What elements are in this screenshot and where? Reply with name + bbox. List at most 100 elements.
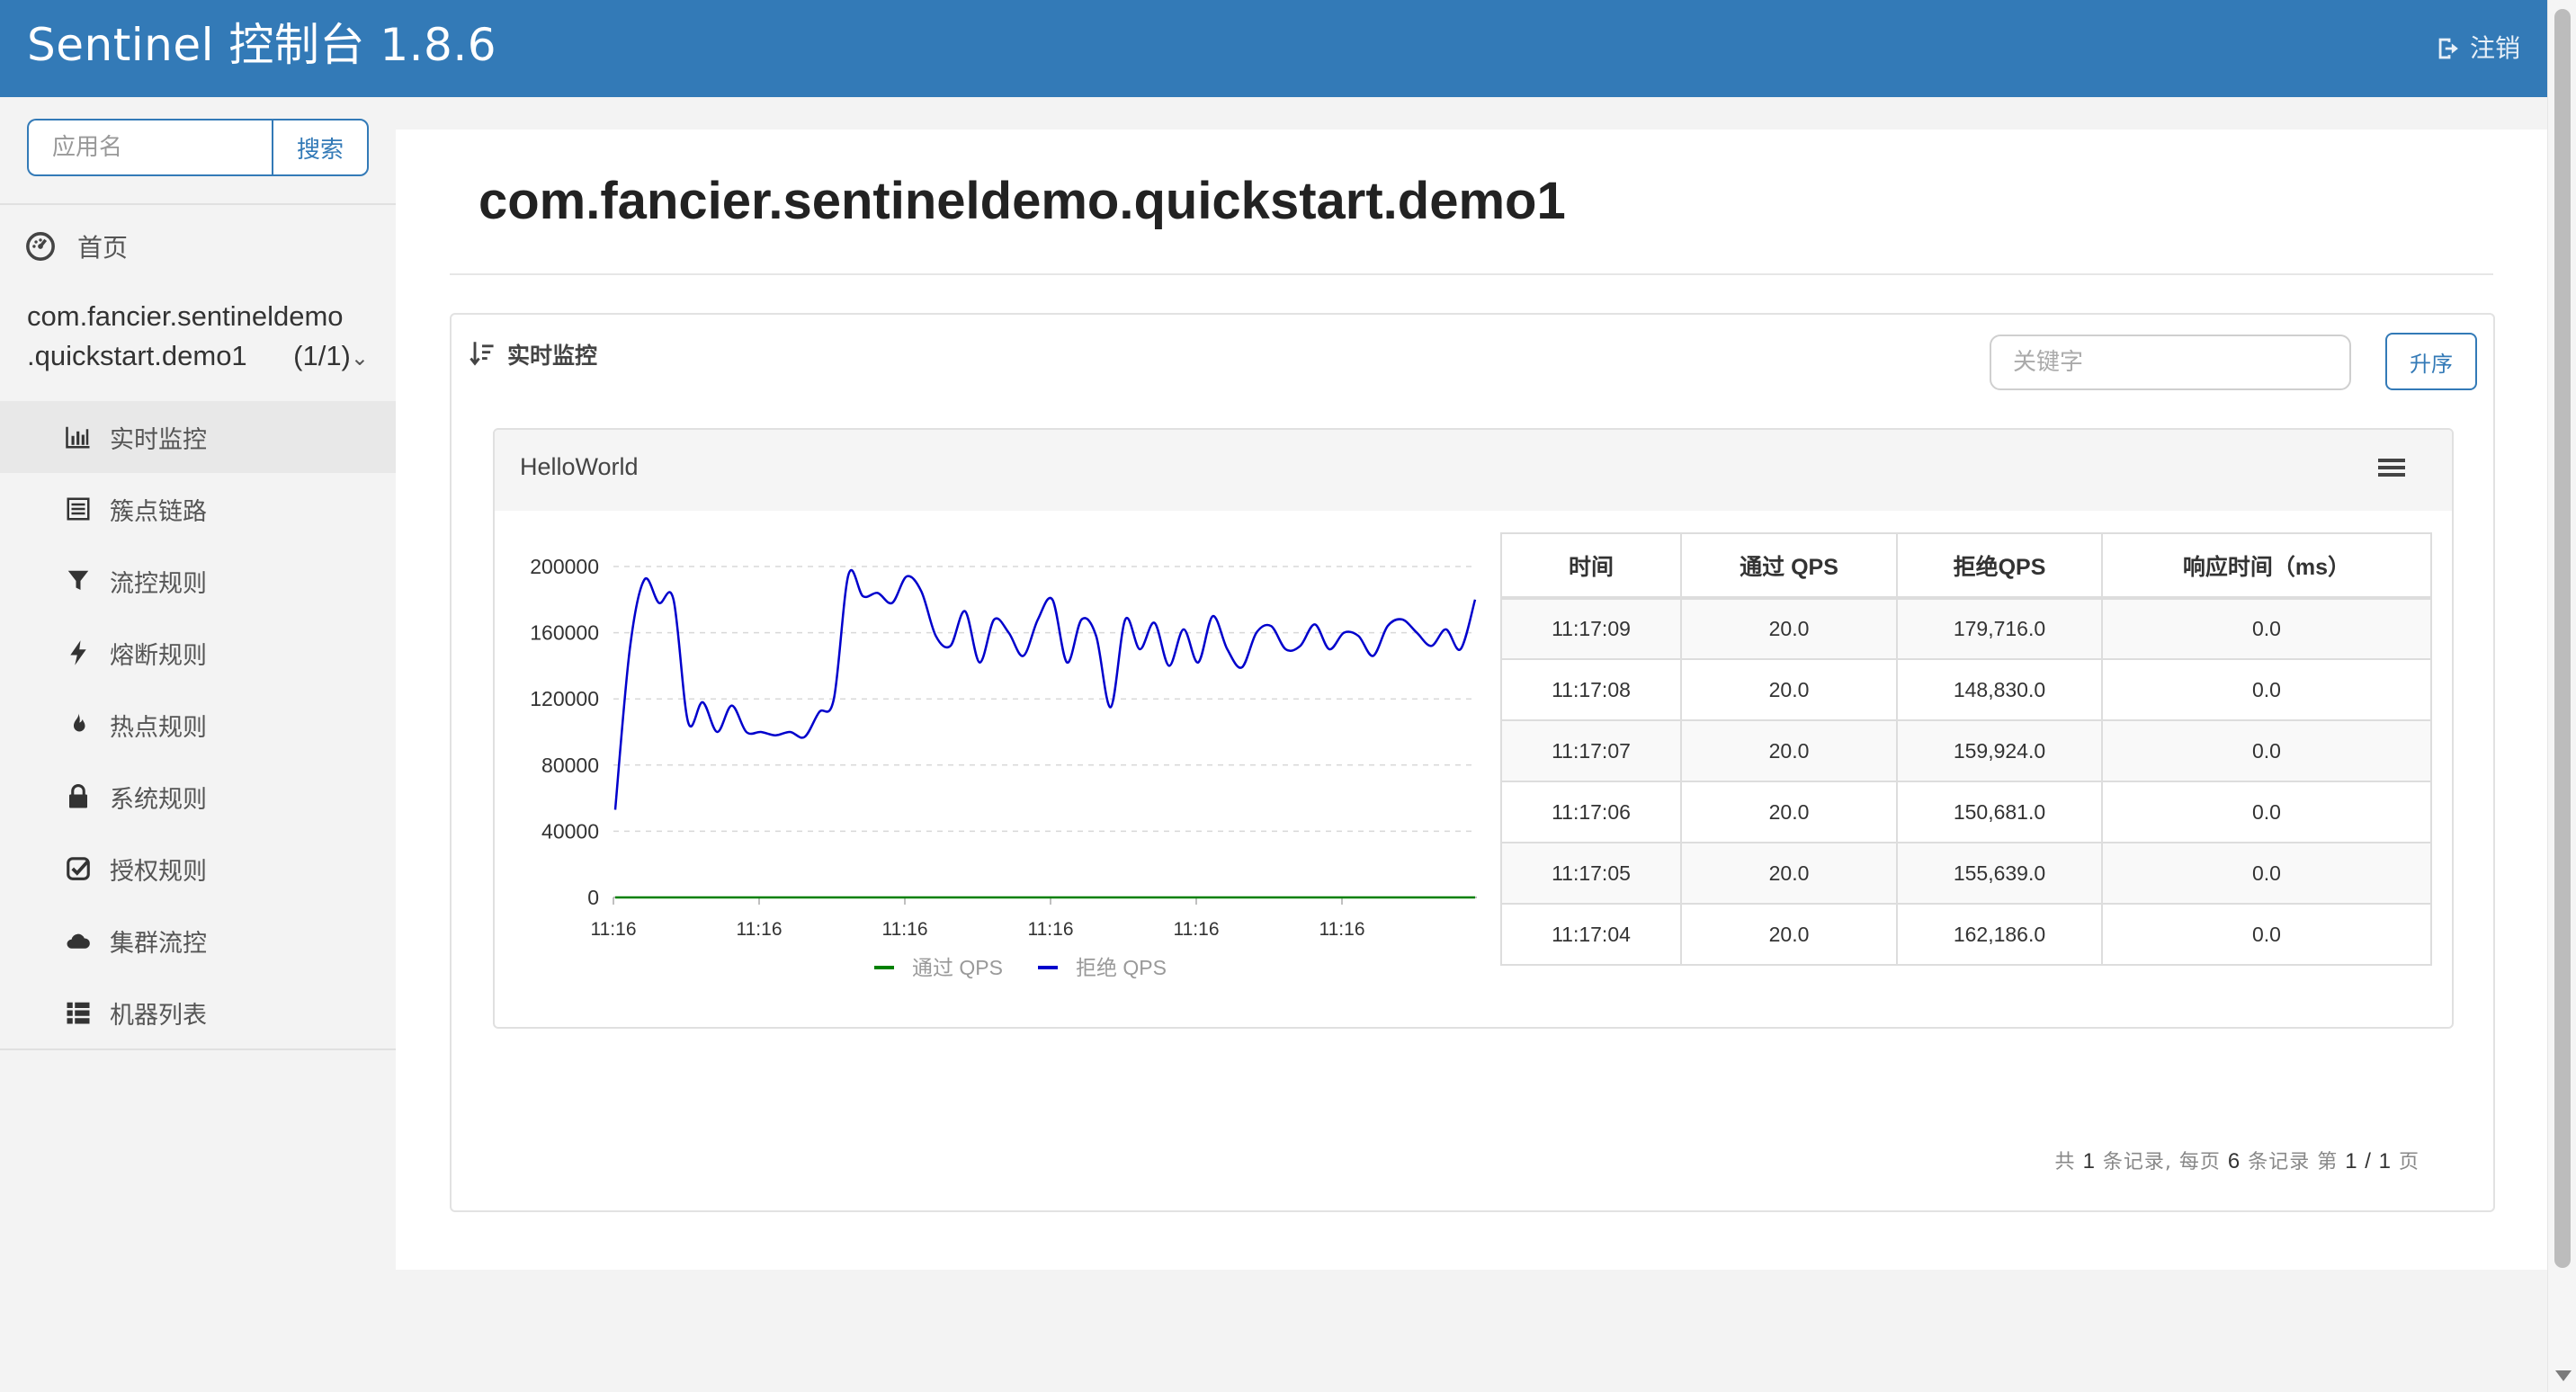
filter-icon xyxy=(67,570,89,590)
panel-header: 实时监控 xyxy=(470,338,597,370)
app-name-line2: .quickstart.demo1 xyxy=(27,340,247,371)
table-cell-rt: 0.0 xyxy=(2101,658,2432,721)
th-list-icon xyxy=(67,1002,90,1024)
table-row: 11:17:04 20.0 162,186.0 0.0 xyxy=(1500,903,2432,966)
sort-amount-desc-icon xyxy=(470,342,494,366)
sidebar-menu: 实时监控 簇点链路 流控规则 熔断规则 热点规则 系统规则 授权规则 集群流控 xyxy=(0,401,396,1048)
sidebar-item-degrade-rules[interactable]: 熔断规则 xyxy=(0,617,396,689)
logout-label: 注销 xyxy=(2469,33,2520,63)
resource-name: HelloWorld xyxy=(520,453,639,480)
sidebar-item-label: 实时监控 xyxy=(110,425,207,454)
sidebar-item-authority-rules[interactable]: 授权规则 xyxy=(0,833,396,905)
sort-ascending-button[interactable]: 升序 xyxy=(2385,333,2477,390)
table-cell-time: 11:17:04 xyxy=(1500,903,1682,966)
page-title: com.fancier.sentineldemo.quickstart.demo… xyxy=(479,172,1566,230)
fire-icon xyxy=(74,713,85,732)
table-row: 11:17:07 20.0 159,924.0 0.0 xyxy=(1500,719,2432,782)
realtime-monitor-panel: 实时监控 升序 HelloWorld 0 40000 80000 120000 1600… xyxy=(450,313,2495,1212)
sidebar-item-cluster-node-chain[interactable]: 簇点链路 xyxy=(0,473,396,545)
app-name-line1: com.fancier.sentineldemo xyxy=(27,300,344,332)
sidebar-item-system-rules[interactable]: 系统规则 xyxy=(0,761,396,833)
sidebar-item-hotspot-rules[interactable]: 热点规则 xyxy=(0,689,396,761)
table-cell-block-qps: 179,716.0 xyxy=(1896,597,2103,660)
sidebar-item-flow-rules[interactable]: 流控规则 xyxy=(0,545,396,617)
keyword-search-input[interactable] xyxy=(1990,335,2351,390)
y-tick-label: 120000 xyxy=(530,687,599,710)
lock-icon xyxy=(69,783,87,808)
table-row: 11:17:09 20.0 179,716.0 0.0 xyxy=(1500,597,2432,660)
app-search: 搜索 xyxy=(27,119,369,176)
table-cell-rt: 0.0 xyxy=(2101,903,2432,966)
table-header-pass-qps: 通过 QPS xyxy=(1680,532,1898,600)
pagination-summary: 共 1 条记录, 每页 6 条记录 第 1 / 1 页 xyxy=(2055,1146,2419,1174)
flash-icon xyxy=(70,640,86,665)
x-tick-label: 11:16 xyxy=(1319,919,1365,940)
pager-page: 1 / 1 xyxy=(2345,1149,2392,1173)
sidebar-item-label: 授权规则 xyxy=(110,857,207,886)
table-row: 11:17:06 20.0 150,681.0 0.0 xyxy=(1500,781,2432,843)
sidebar-item-label: 机器列表 xyxy=(110,1001,207,1030)
chevron-down-icon: ⌄ xyxy=(350,346,369,370)
table-cell-block-qps: 162,186.0 xyxy=(1896,903,2103,966)
app-tree-toggle[interactable]: com.fancier.sentineldemo .quickstart.dem… xyxy=(27,297,369,379)
pager-per-page: 6 xyxy=(2227,1149,2241,1173)
page-scrollbar[interactable] xyxy=(2547,0,2576,1392)
x-tick-label: 11:16 xyxy=(882,919,928,940)
sidebar-item-label: 簇点链路 xyxy=(110,497,207,526)
y-tick-label: 200000 xyxy=(530,555,599,578)
table-cell-block-qps: 148,830.0 xyxy=(1896,658,2103,721)
sidebar: 搜索 首页 com.fancier.sentineldemo .quicksta… xyxy=(0,97,396,1392)
logout-link[interactable]: 注销 xyxy=(2434,31,2520,67)
pager-prefix: 共 xyxy=(2054,1151,2076,1173)
table-header-block-qps: 拒绝QPS xyxy=(1896,532,2103,600)
app-brand-title[interactable]: Sentinel 控制台 1.8.6 xyxy=(27,14,496,76)
top-navbar: Sentinel 控制台 1.8.6 注销 xyxy=(0,0,2547,97)
list-icon xyxy=(67,497,90,521)
scroll-down-arrow-icon[interactable] xyxy=(2555,1370,2572,1381)
dashboard-icon xyxy=(26,232,55,261)
sign-out-icon xyxy=(2438,38,2458,59)
resource-card-header: HelloWorld xyxy=(495,430,2452,511)
cloud-icon xyxy=(67,933,90,949)
main-content: com.fancier.sentineldemo.quickstart.demo… xyxy=(396,129,2547,1270)
table-cell-rt: 0.0 xyxy=(2101,781,2432,843)
sidebar-home-link[interactable]: 首页 xyxy=(25,219,128,273)
check-icon xyxy=(67,857,90,880)
table-cell-pass-qps: 20.0 xyxy=(1680,719,1898,782)
app-machine-count: (1/1) xyxy=(293,340,351,371)
legend-label: 通过 QPS xyxy=(912,956,1003,979)
table-cell-rt: 0.0 xyxy=(2101,719,2432,782)
app-search-input[interactable] xyxy=(27,119,272,176)
x-tick-label: 11:16 xyxy=(737,919,783,940)
table-cell-pass-qps: 20.0 xyxy=(1680,658,1898,721)
y-tick-label: 0 xyxy=(587,886,599,909)
sidebar-divider xyxy=(0,203,396,205)
home-label: 首页 xyxy=(77,233,129,263)
table-cell-time: 11:17:08 xyxy=(1500,658,1682,721)
sidebar-item-machine-list[interactable]: 机器列表 xyxy=(0,977,396,1048)
app-search-button[interactable]: 搜索 xyxy=(272,119,369,176)
menu-hamburger-icon[interactable] xyxy=(2378,459,2405,480)
sidebar-item-label: 集群流控 xyxy=(110,929,207,958)
qps-table: 时间 通过 QPS 拒绝QPS 响应时间（ms） 11:17:09 20.0 179… xyxy=(1500,532,2432,966)
bar-chart-icon xyxy=(66,426,90,449)
sidebar-item-cluster-flow[interactable]: 集群流控 xyxy=(0,905,396,977)
qps-line-chart: 0 40000 80000 120000 160000 200000 11:16 11:16 1… xyxy=(530,555,1477,979)
table-cell-pass-qps: 20.0 xyxy=(1680,842,1898,905)
table-cell-time: 11:17:05 xyxy=(1500,842,1682,905)
pager-mid1: 条记录, 每页 xyxy=(2102,1151,2221,1173)
table-cell-time: 11:17:07 xyxy=(1500,719,1682,782)
table-cell-time: 11:17:09 xyxy=(1500,597,1682,660)
table-cell-block-qps: 150,681.0 xyxy=(1896,781,2103,843)
x-tick-label: 11:16 xyxy=(1174,919,1220,940)
table-cell-pass-qps: 20.0 xyxy=(1680,903,1898,966)
sidebar-item-label: 热点规则 xyxy=(110,713,207,742)
pager-suffix: 页 xyxy=(2398,1151,2419,1173)
table-row: 11:17:05 20.0 155,639.0 0.0 xyxy=(1500,842,2432,905)
table-cell-block-qps: 155,639.0 xyxy=(1896,842,2103,905)
panel-title: 实时监控 xyxy=(507,343,598,369)
sidebar-item-realtime-monitor[interactable]: 实时监控 xyxy=(0,401,396,473)
scrollbar-thumb[interactable] xyxy=(2554,9,2571,1268)
sidebar-divider xyxy=(0,1048,396,1050)
pager-total: 1 xyxy=(2082,1149,2096,1173)
